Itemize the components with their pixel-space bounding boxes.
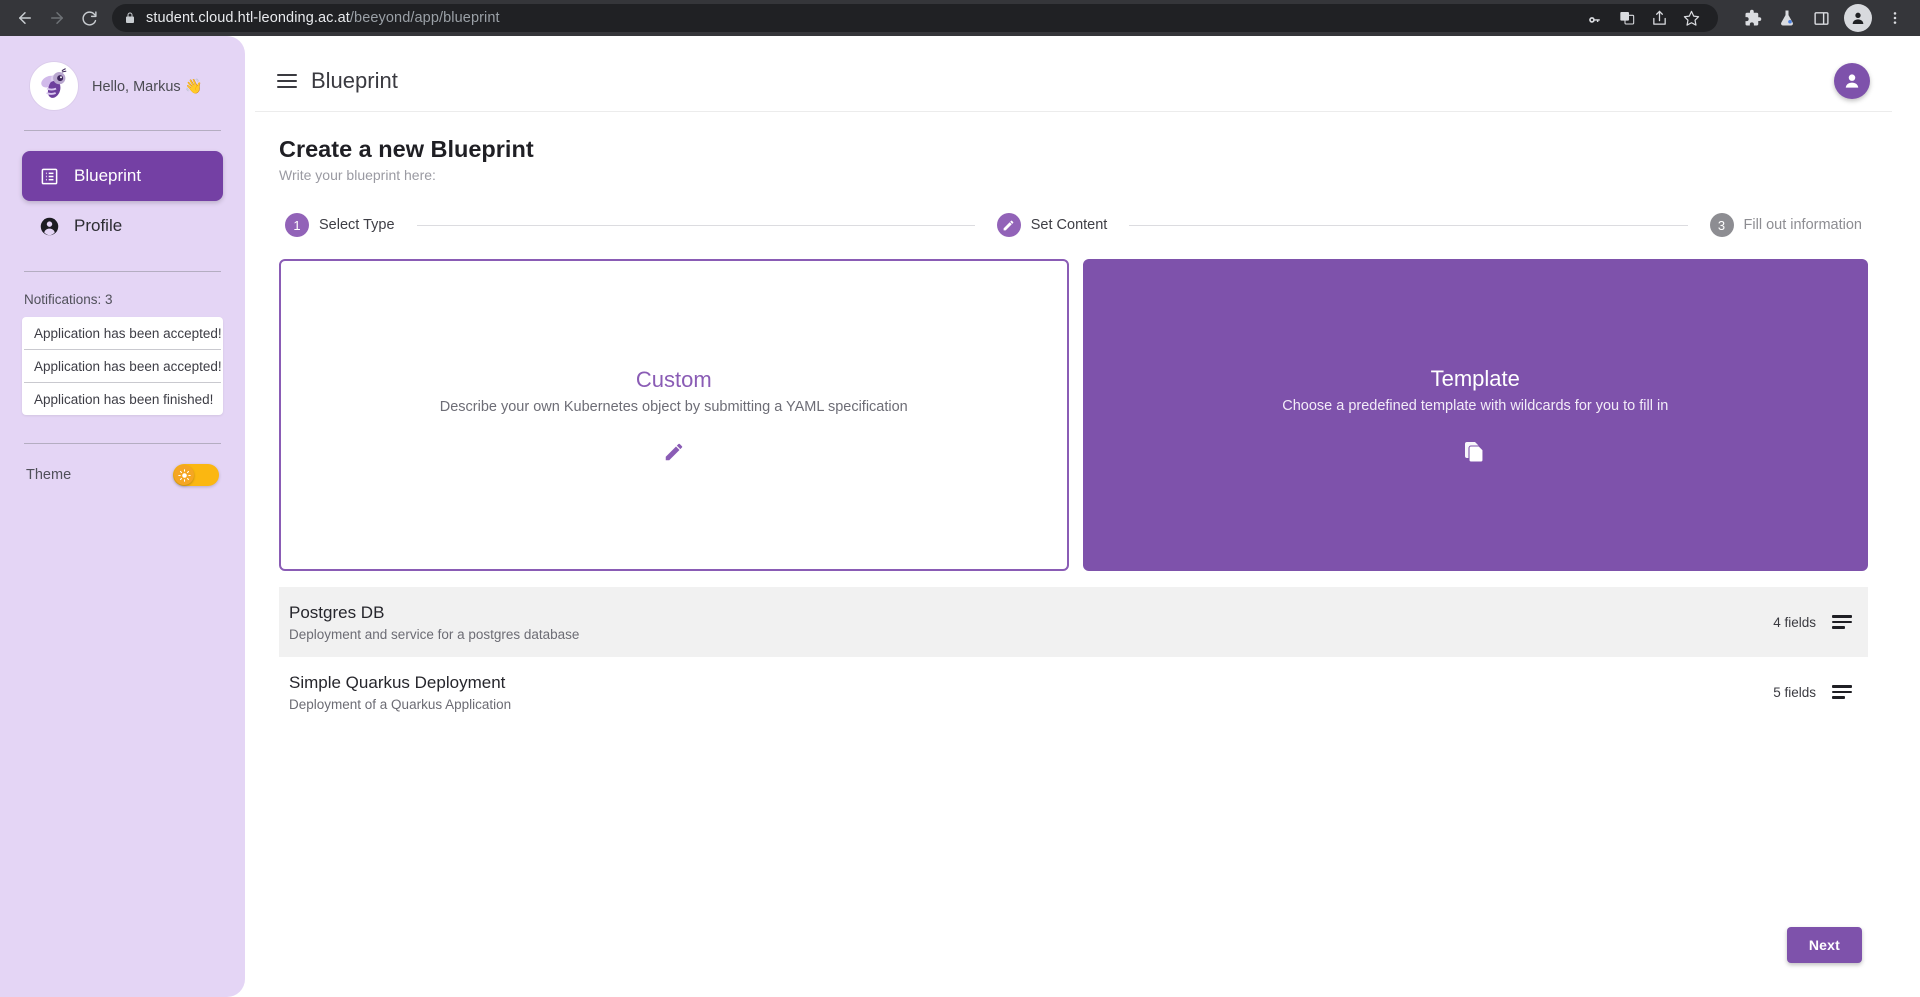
type-card-description: Choose a predefined template with wildca… (1282, 398, 1669, 414)
forward-arrow-icon[interactable] (42, 3, 72, 33)
template-description: Deployment of a Quarkus Application (289, 696, 512, 712)
lock-icon (124, 12, 136, 24)
next-button[interactable]: Next (1786, 927, 1862, 963)
notification-item[interactable]: Application has been finished! (24, 383, 221, 415)
step-set-content[interactable]: Set Content (996, 213, 1108, 237)
step-1-label: Select Type (319, 217, 395, 233)
address-bar[interactable]: student.cloud.htl-leonding.ac.at/beeyond… (112, 4, 1718, 32)
url-path: /beeyond/app/blueprint (349, 10, 500, 26)
bookmark-star-icon[interactable] (1676, 3, 1706, 33)
topbar-left: Blueprint (277, 68, 398, 94)
password-key-icon[interactable] (1580, 3, 1610, 33)
template-fields-count: 4 fields (1773, 614, 1816, 630)
footer-actions: Next (279, 927, 1868, 985)
type-card-group: Custom Describe your own Kubernetes obje… (279, 259, 1868, 571)
template-row-text: Simple Quarkus Deployment Deployment of … (289, 673, 511, 712)
browser-profile-icon[interactable] (1844, 4, 1872, 32)
sidebar-item-blueprint[interactable]: Blueprint (22, 151, 223, 201)
main-content: Blueprint Create a new Blueprint Write y… (245, 36, 1920, 997)
template-name: Simple Quarkus Deployment (289, 672, 506, 692)
step-2-label: Set Content (1030, 217, 1108, 233)
notifications-count-label: Notifications: 3 (24, 292, 113, 307)
step-1-marker: 1 (285, 213, 309, 237)
template-row-text: Postgres DB Deployment and service for a… (289, 603, 579, 642)
sidebar-divider-mid (24, 271, 221, 272)
hamburger-menu-icon[interactable] (277, 73, 297, 88)
template-description: Deployment and service for a postgres da… (289, 626, 580, 642)
person-icon (38, 216, 60, 237)
sidebar-item-label: Blueprint (74, 166, 142, 185)
url-text: student.cloud.htl-leonding.ac.at/beeyond… (146, 10, 500, 26)
theme-toggle[interactable] (173, 464, 219, 486)
fields-list-icon[interactable] (1832, 685, 1852, 699)
extensions-group (1728, 3, 1910, 33)
share-icon[interactable] (1644, 3, 1674, 33)
flask-labs-icon[interactable] (1772, 3, 1802, 33)
stepper: 1 Select Type Set Content 3 Fill out inf… (279, 213, 1868, 237)
sun-icon (174, 465, 194, 485)
blueprint-list-icon (38, 167, 60, 186)
template-row-meta: 4 fields (1773, 615, 1852, 630)
three-dot-menu-icon[interactable] (1880, 3, 1910, 33)
side-panel-icon[interactable] (1806, 3, 1836, 33)
sidebar-divider-top (24, 130, 221, 131)
sidebar-item-profile[interactable]: Profile (22, 201, 223, 251)
sidebar-item-label: Profile (74, 216, 123, 235)
type-card-template[interactable]: Template Choose a predefined template wi… (1082, 259, 1868, 571)
step-3-label: Fill out information (1743, 217, 1862, 233)
step-connector (416, 224, 975, 226)
greeting-text: Hello, Markus 👋 (92, 78, 203, 95)
template-row-simple-quarkus-deployment[interactable]: Simple Quarkus Deployment Deployment of … (279, 657, 1868, 727)
notification-item[interactable]: Application has been accepted! (24, 350, 222, 383)
step-select-type[interactable]: 1 Select Type (285, 213, 395, 237)
type-card-title: Template (1430, 366, 1520, 391)
app-topbar: Blueprint (255, 50, 1892, 112)
template-list: Postgres DB Deployment and service for a… (279, 587, 1868, 727)
back-arrow-icon[interactable] (10, 3, 40, 33)
type-card-description: Describe your own Kubernetes object by s… (439, 399, 908, 415)
user-avatar-icon[interactable] (1834, 62, 1870, 99)
notifications-list: Application has been accepted! Applicati… (22, 317, 223, 415)
omnibox-actions (1580, 3, 1706, 33)
type-card-custom[interactable]: Custom Describe your own Kubernetes obje… (279, 259, 1069, 571)
notification-item[interactable]: Application has been accepted! (24, 317, 222, 350)
blueprint-panel: Create a new Blueprint Write your bluepr… (255, 112, 1892, 985)
app-root: Hello, Markus 👋 Blueprint Profile Notifi… (0, 36, 1920, 997)
template-name: Postgres DB (289, 602, 385, 622)
theme-setting-row: Theme (22, 464, 223, 486)
reload-icon[interactable] (74, 3, 104, 33)
type-card-title: Custom (635, 367, 712, 392)
create-blueprint-heading: Create a new Blueprint (279, 136, 534, 162)
bee-avatar (30, 62, 78, 110)
template-fields-count: 5 fields (1773, 684, 1816, 700)
sidebar: Hello, Markus 👋 Blueprint Profile Notifi… (0, 36, 245, 997)
pencil-icon (663, 441, 685, 463)
copy-documents-icon (1463, 440, 1487, 464)
puzzle-extensions-icon[interactable] (1738, 3, 1768, 33)
step-connector (1129, 224, 1688, 226)
translate-icon[interactable] (1612, 3, 1642, 33)
fields-list-icon[interactable] (1832, 615, 1852, 629)
create-blueprint-subtitle: Write your blueprint here: (279, 167, 436, 183)
template-row-meta: 5 fields (1773, 685, 1852, 700)
step-fill-out-information[interactable]: 3 Fill out information (1709, 213, 1862, 237)
edit-pencil-icon (996, 213, 1021, 237)
url-host: student.cloud.htl-leonding.ac.at (146, 10, 350, 26)
page-title: Blueprint (311, 67, 398, 93)
sidebar-divider-bottom (24, 443, 221, 444)
browser-toolbar: student.cloud.htl-leonding.ac.at/beeyond… (0, 0, 1920, 36)
template-row-postgres-db[interactable]: Postgres DB Deployment and service for a… (279, 587, 1868, 657)
step-3-marker: 3 (1709, 213, 1734, 237)
sidebar-profile: Hello, Markus 👋 (30, 62, 223, 110)
theme-label: Theme (26, 467, 72, 483)
